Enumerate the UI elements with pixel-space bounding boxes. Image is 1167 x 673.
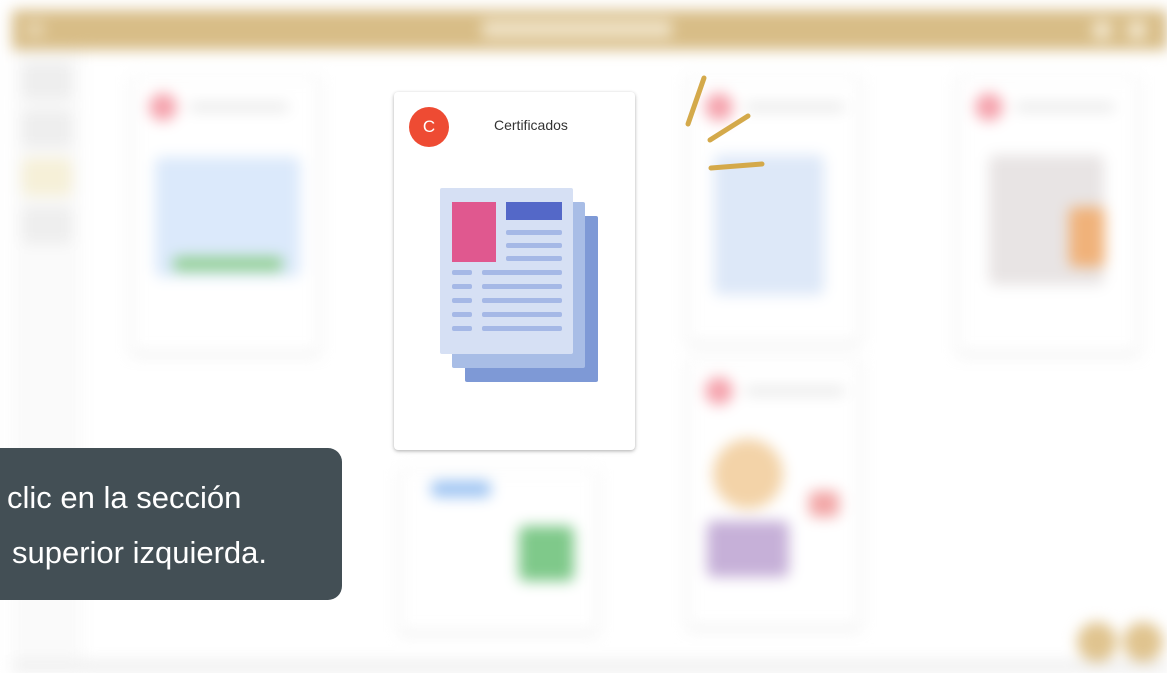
card-title: Certificados	[494, 117, 568, 133]
account-icon[interactable]	[1127, 20, 1147, 40]
card-title-placeholder	[1015, 103, 1115, 111]
doc-line	[506, 230, 562, 235]
app-title-placeholder	[482, 20, 672, 38]
sidebar-item[interactable]	[22, 206, 72, 244]
document-stack-icon	[440, 188, 598, 382]
doc-line	[482, 298, 562, 303]
card-org[interactable]	[400, 470, 597, 632]
tutorial-tooltip: clic en la sección superior izquierda.	[0, 448, 342, 600]
card-title-placeholder	[189, 103, 289, 111]
bottom-bar	[12, 660, 1167, 673]
sidebar-item-active[interactable]	[22, 158, 72, 196]
doc-line	[506, 243, 562, 248]
tooltip-line-2: superior izquierda.	[12, 535, 268, 570]
menu-icon[interactable]	[26, 22, 44, 36]
doc-line	[452, 326, 472, 331]
top-app-bar	[12, 10, 1167, 50]
doc-line	[482, 284, 562, 289]
stamp-icon	[1069, 207, 1105, 267]
card-avatar	[149, 93, 177, 121]
card-title-placeholder	[745, 387, 845, 395]
org-node	[431, 481, 491, 497]
progress-illustration	[173, 257, 283, 271]
sparkle-accent-icon	[685, 75, 765, 171]
doc-line	[452, 270, 472, 275]
notification-icon[interactable]	[1092, 20, 1112, 40]
card-avatar	[705, 377, 733, 405]
doc-line	[482, 326, 562, 331]
spark-stroke	[685, 75, 707, 127]
card-avatar	[975, 93, 1003, 121]
doc-line	[506, 256, 562, 261]
card-graduate[interactable]	[688, 360, 860, 627]
graduate-icon	[707, 521, 789, 577]
doc-line	[452, 312, 472, 317]
card-seal[interactable]	[958, 76, 1138, 353]
doc-photo	[452, 202, 496, 262]
doc-line	[452, 284, 472, 289]
doc-line	[482, 312, 562, 317]
spark-stroke	[707, 113, 751, 143]
diploma-icon	[809, 491, 839, 517]
tooltip-line-1: clic en la sección	[7, 480, 242, 515]
user-icon	[519, 526, 574, 581]
spark-stroke	[708, 161, 765, 171]
sidebar-item[interactable]	[22, 110, 72, 148]
fab-button[interactable]	[1123, 622, 1163, 662]
sidebar-item[interactable]	[22, 62, 72, 100]
doc-line	[452, 298, 472, 303]
doc-line	[482, 270, 562, 275]
card-avatar: C	[409, 107, 449, 147]
graduate-face	[713, 439, 783, 509]
certificados-card[interactable]: C Certificados	[394, 92, 635, 450]
doc-header-bar	[506, 202, 562, 220]
card-sync[interactable]	[132, 76, 319, 353]
fab-button[interactable]	[1077, 622, 1117, 662]
